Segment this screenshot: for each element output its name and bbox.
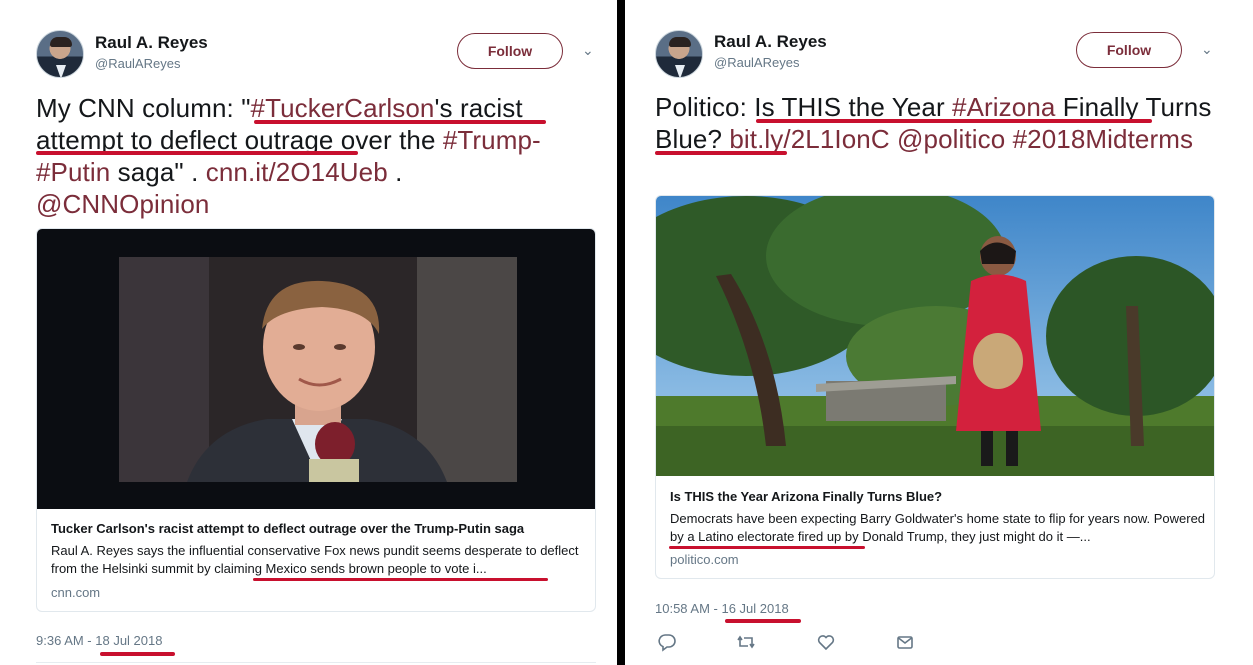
author-name[interactable]: Raul A. Reyes: [95, 33, 208, 53]
author-name[interactable]: Raul A. Reyes: [714, 32, 827, 52]
retweet-icon[interactable]: [736, 632, 756, 652]
url-link[interactable]: cnn.it/2O14Ueb: [206, 157, 388, 187]
card-domain: cnn.com: [51, 585, 101, 600]
panel-divider: [617, 0, 625, 665]
link-card[interactable]: Tucker Carlson's racist attempt to defle…: [36, 228, 596, 612]
card-title[interactable]: Tucker Carlson's racist attempt to defle…: [51, 521, 524, 536]
annotation-underline: [669, 546, 865, 549]
annotation-underline: [655, 151, 787, 155]
card-image: [37, 229, 595, 509]
divider: [36, 662, 596, 663]
like-icon[interactable]: [816, 632, 836, 652]
hashtag-link[interactable]: #Putin: [36, 157, 110, 187]
annotation-underline: [253, 578, 548, 581]
mention-link[interactable]: @CNNOpinion: [36, 189, 209, 219]
tweet-timestamp[interactable]: 10:58 AM - 16 Jul 2018: [655, 601, 789, 616]
card-domain: politico.com: [670, 552, 739, 567]
tweet-right: Raul A. Reyes @RaulAReyes Follow ⌄ Polit…: [625, 0, 1253, 665]
reply-icon[interactable]: [657, 632, 677, 652]
avatar[interactable]: [36, 30, 84, 78]
annotation-underline: [100, 652, 175, 656]
hashtag-link[interactable]: #Arizona: [952, 92, 1055, 122]
author-handle[interactable]: @RaulAReyes: [714, 55, 799, 70]
tweet-text: My CNN column: "#TuckerCarlson's racist …: [36, 93, 541, 219]
tweet-timestamp[interactable]: 9:36 AM - 18 Jul 2018: [36, 633, 162, 648]
hashtag-link[interactable]: #Trump-: [443, 125, 541, 155]
avatar[interactable]: [655, 30, 703, 78]
card-image: [656, 196, 1214, 476]
card-description: Democrats have been expecting Barry Gold…: [670, 511, 1206, 544]
annotation-underline: [36, 151, 358, 155]
follow-button[interactable]: Follow: [1076, 32, 1182, 68]
annotation-underline: [254, 120, 546, 124]
chevron-down-icon[interactable]: ⌄: [582, 42, 594, 59]
tweet-text: Politico: Is THIS the Year #Arizona Fina…: [655, 92, 1212, 154]
annotation-underline: [725, 619, 801, 623]
hashtag-link[interactable]: #TuckerCarlson: [251, 93, 435, 123]
mention-link[interactable]: @politico: [897, 124, 1005, 154]
card-title[interactable]: Is THIS the Year Arizona Finally Turns B…: [670, 489, 942, 504]
tweet-left: Raul A. Reyes @RaulAReyes Follow ⌄ My CN…: [0, 0, 617, 665]
annotation-underline: [756, 119, 1152, 123]
message-icon[interactable]: [895, 632, 915, 652]
author-handle[interactable]: @RaulAReyes: [95, 56, 180, 71]
url-link[interactable]: bit.ly/2L1IonC: [729, 124, 889, 154]
card-description: Raul A. Reyes says the influential conse…: [51, 543, 579, 576]
follow-button[interactable]: Follow: [457, 33, 563, 69]
link-card[interactable]: Is THIS the Year Arizona Finally Turns B…: [655, 195, 1215, 579]
hashtag-link[interactable]: #2018Midterms: [1013, 124, 1194, 154]
chevron-down-icon[interactable]: ⌄: [1201, 41, 1213, 58]
